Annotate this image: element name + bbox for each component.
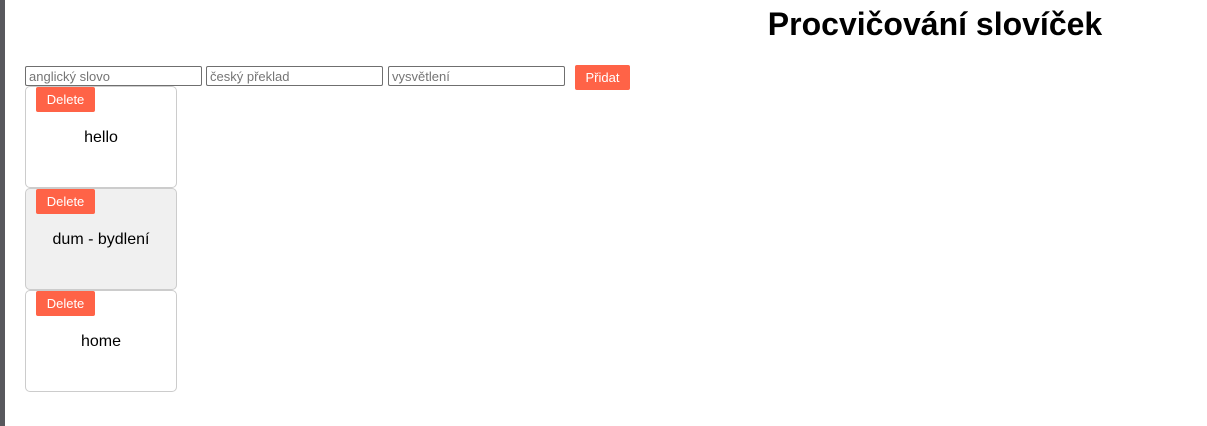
delete-button[interactable]: Delete [36,189,95,214]
card-word-text: dum - bydlení [52,231,150,248]
add-button[interactable]: Přidat [575,65,630,90]
page-title: Procvičování slovíček [767,6,1103,42]
czech-translation-input[interactable] [206,66,383,86]
description-input[interactable] [388,66,565,86]
window-edge [0,0,5,426]
delete-button[interactable]: Delete [36,87,95,112]
card-word-text: hello [84,129,118,146]
word-card[interactable]: Delete dum - bydlení [25,188,177,290]
word-card[interactable]: Delete home [25,290,177,392]
card-word-text: home [80,333,122,350]
word-card[interactable]: Delete hello [25,86,177,188]
english-word-input[interactable] [25,66,202,86]
delete-button[interactable]: Delete [36,291,95,316]
